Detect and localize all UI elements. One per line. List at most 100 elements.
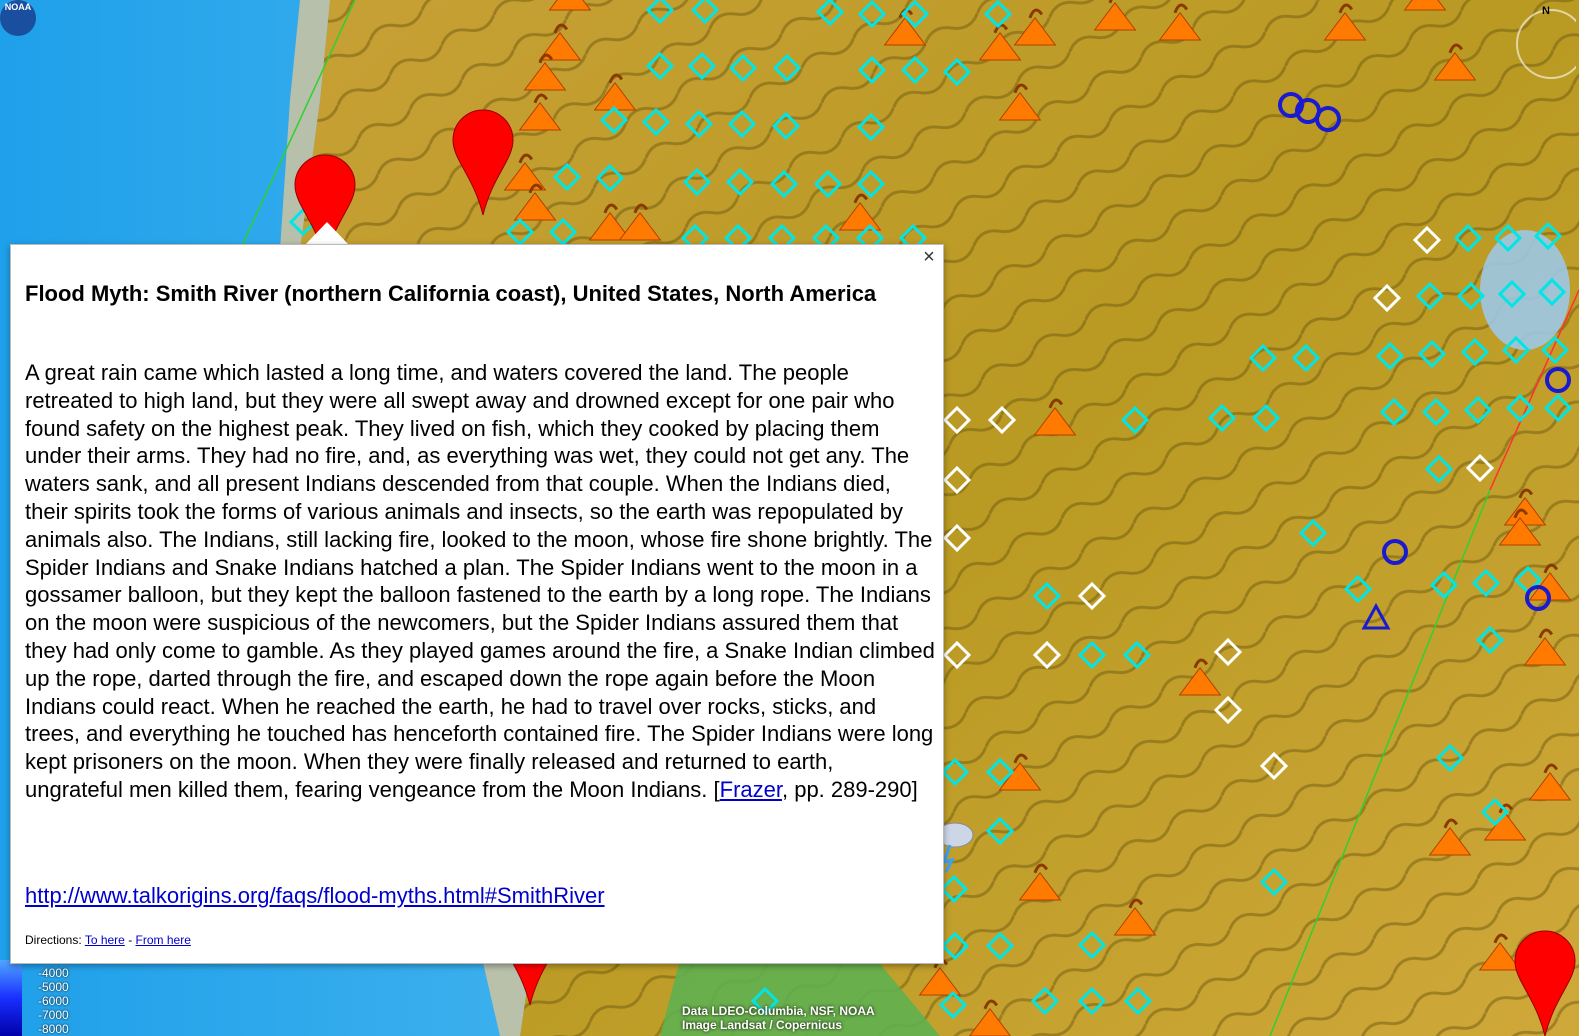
diamond-cyan-icon[interactable]	[599, 105, 629, 135]
blue-triangle-icon[interactable]	[1361, 602, 1391, 630]
diamond-cyan-icon[interactable]	[1298, 518, 1328, 548]
volcano-icon[interactable]	[1538, 628, 1554, 639]
directions-to-here-link[interactable]: To here	[85, 933, 125, 947]
volcano-icon[interactable]	[1128, 898, 1144, 909]
volcano-icon[interactable]	[1338, 3, 1354, 14]
diamond-cyan-icon[interactable]	[1077, 640, 1107, 670]
diamond-cyan-icon[interactable]	[1424, 454, 1454, 484]
volcano-icon[interactable]	[1028, 8, 1044, 19]
diamond-cyan-icon[interactable]	[1497, 279, 1527, 309]
volcano-icon[interactable]	[1018, 871, 1062, 901]
diamond-cyan-icon[interactable]	[1415, 281, 1445, 311]
directions-from-here-link[interactable]: From here	[136, 933, 191, 947]
volcano-icon[interactable]	[1113, 906, 1157, 936]
volcano-icon[interactable]	[1518, 488, 1534, 499]
diamond-cyan-icon[interactable]	[772, 53, 802, 83]
diamond-cyan-icon[interactable]	[1379, 397, 1409, 427]
diamond-cyan-icon[interactable]	[1032, 581, 1062, 611]
diamond-cyan-icon[interactable]	[857, 55, 887, 85]
diamond-cyan-icon[interactable]	[942, 57, 972, 87]
volcano-icon[interactable]	[518, 101, 562, 131]
diamond-cyan-icon[interactable]	[900, 55, 930, 85]
volcano-icon[interactable]	[1013, 753, 1029, 764]
diamond-cyan-icon[interactable]	[1123, 986, 1153, 1016]
volcano-icon[interactable]	[1013, 83, 1029, 94]
volcano-icon[interactable]	[1178, 666, 1222, 696]
volcano-icon[interactable]	[1033, 406, 1077, 436]
volcano-icon[interactable]	[1093, 1, 1137, 31]
diamond-cyan-icon[interactable]	[1375, 341, 1405, 371]
diamond-cyan-icon[interactable]	[687, 51, 717, 81]
diamond-cyan-icon[interactable]	[985, 931, 1015, 961]
volcano-icon[interactable]	[548, 0, 592, 11]
blue-circle-icon[interactable]	[1382, 539, 1408, 565]
citation-link[interactable]: Frazer	[720, 777, 782, 802]
diamond-cyan-icon[interactable]	[769, 169, 799, 199]
volcano-icon[interactable]	[968, 1007, 1012, 1036]
volcano-icon[interactable]	[1478, 941, 1522, 971]
volcano-icon[interactable]	[603, 203, 619, 214]
volcano-icon[interactable]	[1493, 933, 1509, 944]
diamond-cyan-icon[interactable]	[983, 0, 1013, 29]
diamond-white-icon[interactable]	[1213, 695, 1243, 725]
diamond-cyan-icon[interactable]	[1435, 743, 1465, 773]
diamond-white-icon[interactable]	[942, 465, 972, 495]
diamond-cyan-icon[interactable]	[641, 107, 671, 137]
diamond-white-icon[interactable]	[1032, 640, 1062, 670]
volcano-icon[interactable]	[1173, 3, 1189, 14]
storm-cloud-icon[interactable]	[941, 844, 955, 873]
volcano-icon[interactable]	[983, 999, 999, 1010]
diamond-cyan-icon[interactable]	[1460, 337, 1490, 367]
diamond-cyan-icon[interactable]	[645, 51, 675, 81]
volcano-icon[interactable]	[1403, 0, 1447, 11]
diamond-cyan-icon[interactable]	[1291, 343, 1321, 373]
volcano-icon[interactable]	[533, 93, 549, 104]
diamond-cyan-icon[interactable]	[1537, 277, 1567, 307]
diamond-cyan-icon[interactable]	[684, 109, 714, 139]
diamond-cyan-icon[interactable]	[940, 757, 970, 787]
volcano-icon[interactable]	[1543, 563, 1559, 574]
diamond-cyan-icon[interactable]	[552, 162, 582, 192]
source-url-link[interactable]: http://www.talkorigins.org/faqs/flood-my…	[25, 883, 605, 908]
volcano-icon[interactable]	[1528, 771, 1572, 801]
diamond-cyan-icon[interactable]	[856, 169, 886, 199]
diamond-cyan-icon[interactable]	[1030, 986, 1060, 1016]
volcano-icon[interactable]	[918, 966, 962, 996]
diamond-cyan-icon[interactable]	[1463, 395, 1493, 425]
diamond-cyan-icon[interactable]	[1501, 335, 1531, 365]
diamond-cyan-icon[interactable]	[1540, 335, 1570, 365]
close-button[interactable]: ×	[919, 247, 939, 267]
volcano-icon[interactable]	[1048, 398, 1064, 409]
diamond-white-icon[interactable]	[1465, 453, 1495, 483]
diamond-cyan-icon[interactable]	[1343, 574, 1373, 604]
diamond-white-icon[interactable]	[1077, 581, 1107, 611]
volcano-icon[interactable]	[1033, 863, 1049, 874]
blue-circle-icon[interactable]	[1545, 367, 1571, 393]
diamond-cyan-icon[interactable]	[1251, 403, 1281, 433]
diamond-cyan-icon[interactable]	[1207, 403, 1237, 433]
diamond-cyan-icon[interactable]	[1505, 393, 1535, 423]
diamond-cyan-icon[interactable]	[725, 167, 755, 197]
volcano-icon[interactable]	[608, 73, 624, 84]
volcano-icon[interactable]	[1433, 51, 1477, 81]
diamond-cyan-icon[interactable]	[1429, 570, 1459, 600]
volcano-icon[interactable]	[978, 31, 1022, 61]
diamond-cyan-icon[interactable]	[1122, 640, 1152, 670]
volcano-icon[interactable]	[513, 191, 557, 221]
red-pin-icon[interactable]	[1514, 930, 1576, 1036]
red-pin-icon[interactable]	[452, 109, 514, 216]
diamond-white-icon[interactable]	[1372, 283, 1402, 313]
diamond-cyan-icon[interactable]	[727, 109, 757, 139]
volcano-icon[interactable]	[1443, 818, 1459, 829]
volcano-icon[interactable]	[1523, 636, 1567, 666]
diamond-cyan-icon[interactable]	[682, 167, 712, 197]
diamond-cyan-icon[interactable]	[815, 0, 845, 27]
diamond-white-icon[interactable]	[1213, 637, 1243, 667]
diamond-cyan-icon[interactable]	[548, 217, 578, 247]
diamond-cyan-icon[interactable]	[939, 874, 969, 904]
volcano-icon[interactable]	[523, 61, 567, 91]
volcano-icon[interactable]	[593, 81, 637, 111]
volcano-icon[interactable]	[1013, 16, 1057, 46]
volcano-icon[interactable]	[518, 153, 534, 164]
diamond-cyan-icon[interactable]	[1533, 221, 1563, 251]
